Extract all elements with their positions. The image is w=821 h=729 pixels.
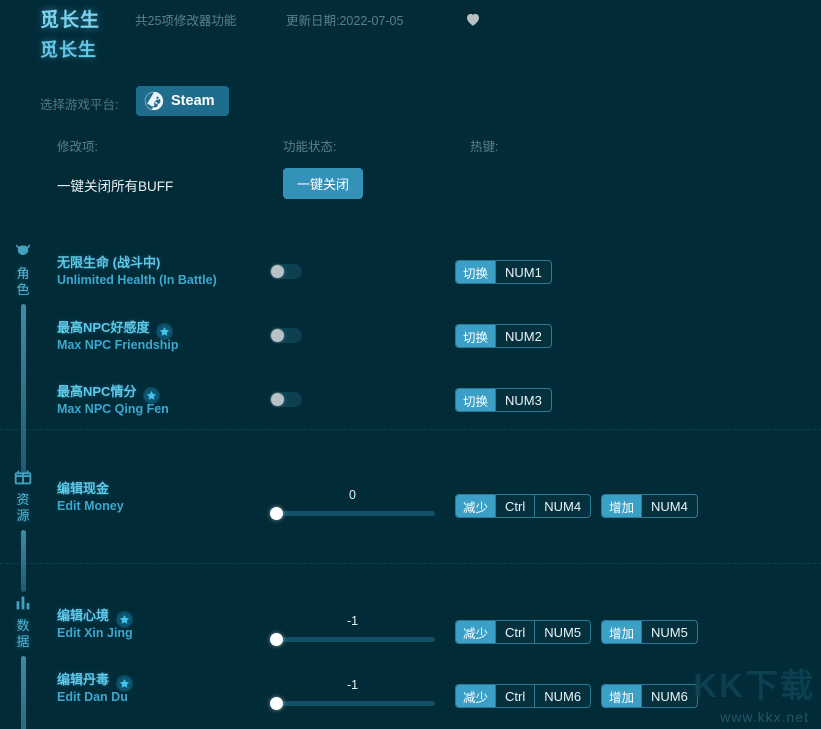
hotkey-binding[interactable]: 减少 Ctrl NUM4 (455, 494, 592, 518)
platform-label: 选择游戏平台: (40, 98, 119, 112)
column-header-name: 修改项: (57, 140, 98, 154)
hotkey-key: NUM6 (641, 685, 697, 707)
hotkey-key: NUM4 (534, 495, 590, 517)
onekey-disable-all-button[interactable]: 一键关闭 (283, 168, 363, 199)
page-subtitle: 觅长生 (40, 40, 97, 60)
hotkey-key: NUM4 (641, 495, 697, 517)
slider-value: -1 (346, 614, 359, 628)
hotkey-key: NUM6 (534, 685, 590, 707)
hotkey-action: 减少 (456, 495, 496, 517)
category-accent-bar (20, 530, 26, 592)
hotkey-binding[interactable]: 切换 NUM3 (455, 388, 552, 412)
feature-name-cn: 最高NPC情分 (57, 383, 137, 399)
header: 觅长生 觅长生 共25项修改器功能 更新日期:2022-07-05 (0, 0, 821, 66)
trainer-window: 觅长生 觅长生 共25项修改器功能 更新日期:2022-07-05 选择游戏平台… (0, 0, 821, 729)
feature-name-cn: 最高NPC好感度 (57, 319, 150, 335)
star-icon (142, 386, 161, 405)
column-header-status: 功能状态: (283, 140, 337, 154)
feature-name-cn: 编辑现金 (57, 481, 110, 496)
hotkey-key: NUM2 (495, 325, 551, 347)
feature-row: 最高NPC情分 Max NPC Qing Fen 切换 NUM3 (0, 382, 821, 438)
toggle-knob (271, 393, 284, 406)
hotkey-key: NUM5 (641, 621, 697, 643)
steam-icon (144, 91, 164, 111)
feature-slider[interactable]: -1 (270, 614, 435, 648)
hotkey-action: 减少 (456, 621, 496, 643)
feature-toggle[interactable] (270, 264, 302, 279)
hotkey-binding[interactable]: 切换 NUM1 (455, 260, 552, 284)
column-header-hotkey: 热键: (470, 140, 499, 154)
feature-name: 最高NPC情分 Max NPC Qing Fen (57, 382, 272, 418)
star-icon (115, 610, 134, 629)
feature-name-cn: 编辑心境 (57, 607, 110, 623)
slider-track[interactable] (270, 511, 435, 516)
slider-knob[interactable] (270, 633, 283, 646)
slider-value: -1 (346, 678, 359, 692)
hotkey-binding[interactable]: 增加 NUM6 (601, 684, 698, 708)
hotkey-action: 切换 (456, 261, 496, 283)
feature-name-en: Unlimited Health (In Battle) (57, 273, 217, 287)
feature-toggle[interactable] (270, 328, 302, 343)
hotkey-key: Ctrl (495, 495, 534, 517)
hotkey-key: Ctrl (495, 621, 534, 643)
heart-icon[interactable] (464, 10, 482, 28)
feature-name: 无限生命 (战斗中) Unlimited Health (In Battle) (57, 254, 272, 289)
feature-count-label: 共25项修改器功能 (135, 14, 237, 28)
update-date-label: 更新日期:2022-07-05 (286, 14, 404, 28)
hotkey-key: NUM1 (495, 261, 551, 283)
feature-name-en: Edit Dan Du (57, 690, 128, 704)
feature-slider[interactable]: -1 (270, 678, 435, 712)
slider-value: 0 (349, 488, 356, 502)
feature-name-en: Edit Money (57, 499, 124, 513)
slider-track[interactable] (270, 701, 435, 706)
hotkey-action: 减少 (456, 685, 496, 707)
watermark-logo: KK下载 (693, 667, 815, 704)
hotkey-key: Ctrl (495, 685, 534, 707)
slider-knob[interactable] (270, 697, 283, 710)
star-icon (115, 674, 134, 693)
column-headers: 修改项: 功能状态: 热键: (0, 136, 821, 156)
feature-name-en: Edit Xin Jing (57, 626, 133, 640)
section-divider (0, 563, 821, 564)
platform-select-steam[interactable]: Steam (136, 86, 229, 116)
feature-row: 无限生命 (战斗中) Unlimited Health (In Battle) 切换… (0, 254, 821, 310)
feature-name-cn: 无限生命 (战斗中) (57, 255, 161, 270)
toggle-knob (271, 329, 284, 342)
hotkey-binding[interactable]: 减少 Ctrl NUM6 (455, 684, 592, 708)
feature-row: 编辑心境 Edit Xin Jing -1 减少 Ctrl NUM5 增加 NUM5 (0, 606, 821, 662)
hotkey-action: 切换 (456, 325, 496, 347)
hotkey-key: NUM5 (534, 621, 590, 643)
hotkey-action: 增加 (602, 621, 642, 643)
slider-track[interactable] (270, 637, 435, 642)
feature-name-cn: 编辑丹毒 (57, 671, 110, 687)
feature-row: 最高NPC好感度 Max NPC Friendship 切换 NUM2 (0, 318, 821, 374)
hotkey-binding[interactable]: 切换 NUM2 (455, 324, 552, 348)
feature-name-en: Max NPC Qing Fen (57, 402, 169, 416)
toggle-knob (271, 265, 284, 278)
platform-row: 选择游戏平台: Steam (0, 86, 821, 120)
feature-name: 最高NPC好感度 Max NPC Friendship (57, 318, 272, 354)
feature-name: 编辑丹毒 Edit Dan Du (57, 670, 272, 706)
hotkey-action: 增加 (602, 685, 642, 707)
page-title: 觅长生 (40, 10, 101, 31)
platform-name: Steam (171, 93, 215, 109)
hotkey-key: NUM3 (495, 389, 551, 411)
onekey-row: 一键关闭所有BUFF 一键关闭 (0, 168, 821, 202)
hotkey-binding[interactable]: 增加 NUM5 (601, 620, 698, 644)
watermark-url: www.kkx.net (720, 709, 809, 725)
slider-knob[interactable] (270, 507, 283, 520)
feature-name: 编辑现金 Edit Money (57, 480, 272, 515)
star-icon (155, 322, 174, 341)
hotkey-action: 增加 (602, 495, 642, 517)
feature-row: 编辑现金 Edit Money 0 减少 Ctrl NUM4 增加 NUM4 (0, 480, 821, 536)
feature-toggle[interactable] (270, 392, 302, 407)
hotkey-action: 切换 (456, 389, 496, 411)
hotkey-binding[interactable]: 增加 NUM4 (601, 494, 698, 518)
hotkey-binding[interactable]: 减少 Ctrl NUM5 (455, 620, 592, 644)
feature-slider[interactable]: 0 (270, 488, 435, 522)
feature-name: 编辑心境 Edit Xin Jing (57, 606, 272, 642)
onekey-label: 一键关闭所有BUFF (57, 179, 174, 194)
